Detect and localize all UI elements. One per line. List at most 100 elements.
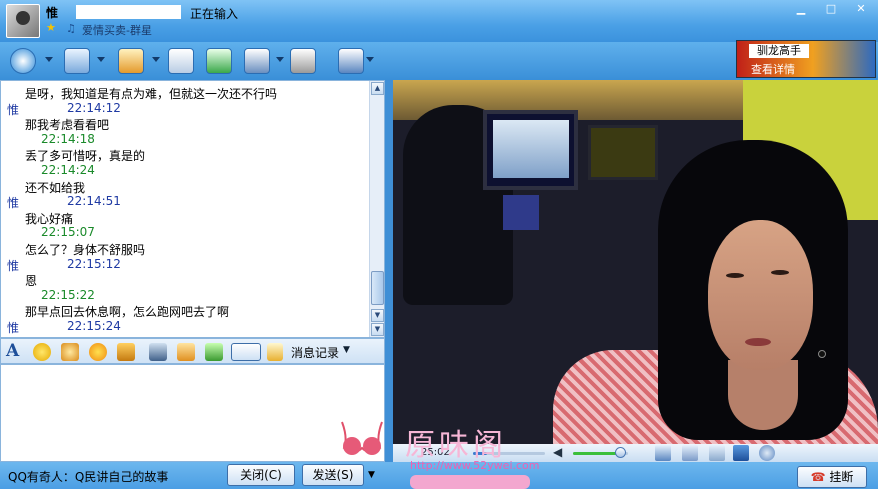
sms-icon[interactable] <box>206 48 232 74</box>
scrollbar[interactable]: ▲ ▼ ▼ <box>369 81 384 337</box>
message-text: 恩 <box>1 272 369 288</box>
chevron-down-icon[interactable] <box>97 57 105 62</box>
message-time: 22:14:51 <box>67 194 121 209</box>
message-header: 22:15:22 <box>1 288 369 304</box>
scroll-thumb[interactable] <box>371 271 384 305</box>
maximize-icon[interactable]: □ <box>820 2 842 16</box>
chevron-down-icon[interactable] <box>366 57 374 62</box>
chevron-down-icon[interactable] <box>45 57 53 62</box>
input-toolbar: A 消息记录 ▼ <box>0 338 385 364</box>
message-body: 我心好痛 <box>25 211 74 226</box>
close-icon[interactable]: ✕ <box>850 2 872 16</box>
redacted-sender <box>19 196 59 209</box>
scroll-down-icon[interactable]: ▼ <box>371 323 384 336</box>
message-history: 是呀，我知道是有点为难，但就这一次还不行吗惟 22:14:12 那我考虑看看吧 22:… <box>0 80 385 338</box>
message-header: 惟 22:14:51 <box>1 194 369 210</box>
volume-knob[interactable] <box>614 447 626 458</box>
font-icon[interactable]: A <box>6 341 19 361</box>
message-text: 那早点回去休息啊，怎么跑网吧去了啊 <box>1 303 369 319</box>
message-sender: 惟 <box>7 196 20 211</box>
settings-icon[interactable] <box>338 48 364 74</box>
message-header: 惟 22:15:24 <box>1 319 369 335</box>
message-text: 我心好痛 <box>1 210 369 226</box>
voice-call-icon[interactable] <box>64 48 90 74</box>
message-time: 22:15:24 <box>67 319 121 333</box>
message-header: 惟 22:15:12 <box>1 257 369 273</box>
fullscreen-icon[interactable] <box>709 445 725 461</box>
watermark-url: http://www.52ywei.com <box>410 459 540 472</box>
video-monitor <box>503 195 539 230</box>
camera-icon[interactable] <box>655 445 671 461</box>
music-icon: ♫ <box>66 22 76 35</box>
ad-banner[interactable]: 驯龙高手 查看详情 <box>736 40 876 78</box>
hangup-icon: ☎ <box>810 470 826 484</box>
send-file-icon[interactable] <box>118 48 144 74</box>
redacted-sender <box>19 321 59 333</box>
magic-emoji-icon[interactable] <box>61 343 79 361</box>
contact-signature[interactable]: 爱情买卖-群星 <box>82 22 152 38</box>
image-icon[interactable] <box>205 343 223 361</box>
close-button[interactable]: 关闭(C) <box>227 464 295 486</box>
wobble-icon[interactable] <box>89 343 107 361</box>
message-sender: 惟 <box>7 102 20 117</box>
message-time: 22:14:24 <box>41 163 95 177</box>
screenshot-icon[interactable] <box>149 343 167 361</box>
message-body: 怎么了？身体不舒服吗 <box>25 243 146 257</box>
folder-icon[interactable] <box>177 343 195 361</box>
gear-icon[interactable] <box>759 445 775 461</box>
video-monitor <box>483 110 578 190</box>
record-icon[interactable] <box>733 445 749 461</box>
chevron-down-icon[interactable] <box>276 57 284 62</box>
message-time: 22:15:12 <box>67 256 121 271</box>
minimize-icon[interactable]: ▁ <box>790 2 812 16</box>
ad-link[interactable]: 查看详情 <box>751 61 795 77</box>
ad-title: 驯龙高手 <box>749 44 809 58</box>
video-monitor <box>588 125 658 180</box>
message-header: 22:14:18 <box>1 132 369 148</box>
send-button[interactable]: 发送(S) <box>302 464 364 486</box>
snapshot-button[interactable] <box>231 343 261 361</box>
history-button[interactable]: 消息记录 <box>291 344 339 361</box>
message-input[interactable] <box>0 364 385 462</box>
invite-icon[interactable] <box>244 48 270 74</box>
scroll-up-icon[interactable]: ▲ <box>371 82 384 95</box>
send-options-icon[interactable]: ▼ <box>368 470 375 480</box>
title-bar: 惟 正在输入 ★ ♫ 爱情买卖-群星 ▁ □ ✕ <box>0 0 878 42</box>
message-time: 22:15:07 <box>41 225 95 240</box>
avatar[interactable] <box>6 4 40 38</box>
headset-mic <box>818 350 826 358</box>
redacted-sender <box>19 102 59 115</box>
typing-status: 正在输入 <box>190 7 239 21</box>
hangup-button[interactable]: ☎ 挂断 <box>797 466 867 488</box>
chevron-down-icon[interactable] <box>152 57 160 62</box>
message-body: 恩 <box>25 274 38 289</box>
video-call-icon[interactable] <box>10 48 36 74</box>
message-time: 22:14:18 <box>41 131 95 146</box>
message-header: 22:14:24 <box>1 163 369 179</box>
gift-icon[interactable] <box>117 343 135 361</box>
window-icon[interactable] <box>682 445 698 461</box>
chevron-down-icon[interactable]: ▼ <box>343 345 350 355</box>
message-header: 惟 22:14:12 <box>1 101 369 117</box>
message-body: 还不如给我 <box>25 180 86 195</box>
message-body: 是呀，我知道是有点为难，但就这一次还不行吗 <box>25 87 278 101</box>
redacted-name <box>76 5 181 19</box>
video-eye <box>771 270 789 275</box>
contact-name: 惟 <box>46 6 59 20</box>
watermark-logo <box>341 421 383 455</box>
watermark-icons <box>410 475 530 489</box>
emoji-icon[interactable] <box>33 343 51 361</box>
mail-icon[interactable] <box>168 48 194 74</box>
video-feed[interactable] <box>393 80 878 444</box>
scroll-down-icon[interactable]: ▼ <box>371 309 384 322</box>
apps-icon[interactable] <box>290 48 316 74</box>
news-ticker[interactable]: QQ有奇人：Q民讲自己的故事 <box>8 468 168 485</box>
message-sender: 惟 <box>7 321 20 335</box>
history-icon[interactable] <box>267 343 283 361</box>
message-body: 丢了多可惜呀，真是的 <box>25 149 146 164</box>
redacted-sender <box>19 258 59 271</box>
video-neck <box>728 360 798 430</box>
speaker-icon[interactable]: ◀ <box>553 445 562 459</box>
message-text: 那我考虑看看吧 <box>1 116 369 132</box>
message-text: 丢了多可惜呀，真是的 <box>1 147 369 163</box>
